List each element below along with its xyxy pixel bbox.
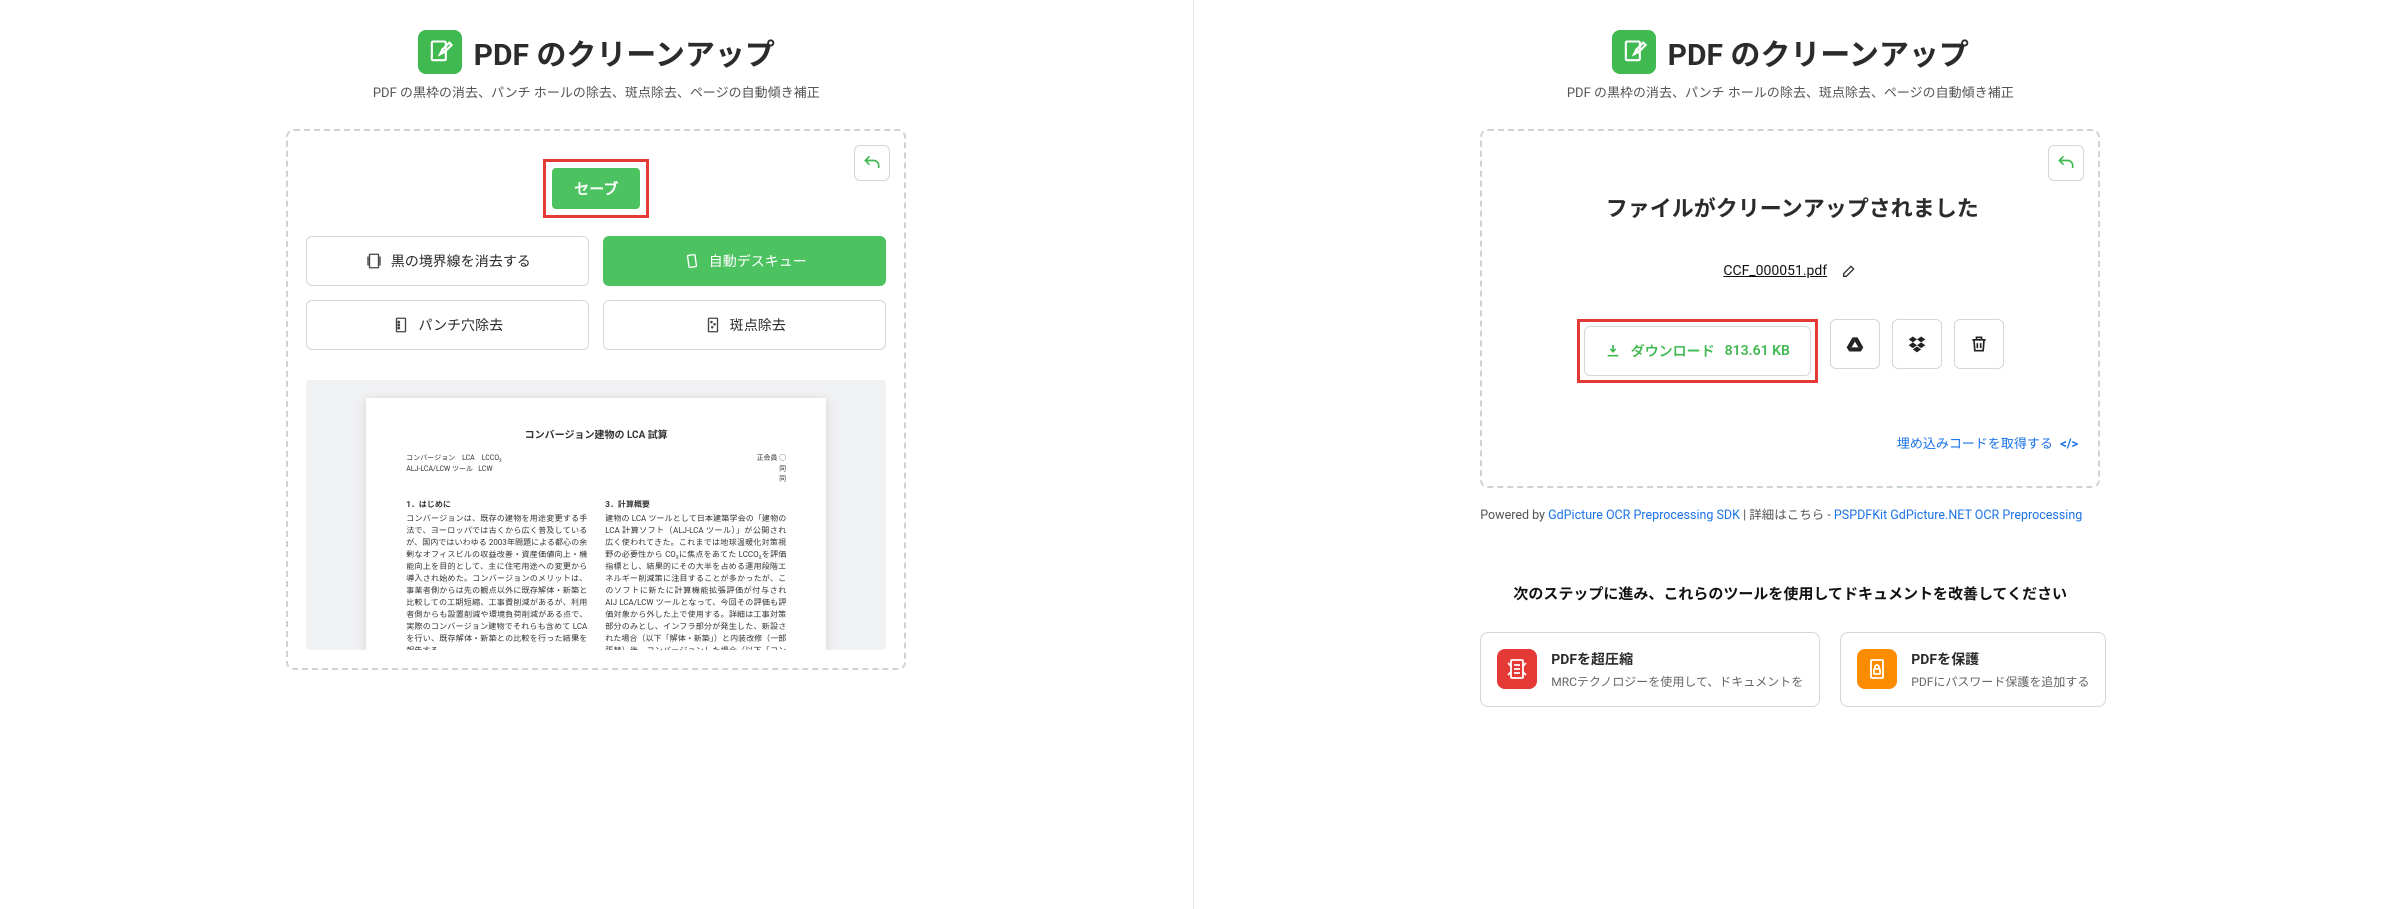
page-header-right: PDF のクリーンアップ PDF の黒枠の消去、パンチ ホールの除去、斑点除去、… xyxy=(1480,30,2100,101)
page-header: PDF のクリーンアップ PDF の黒枠の消去、パンチ ホールの除去、斑点除去、… xyxy=(286,30,906,101)
embed-code-link[interactable]: 埋め込みコードを取得する </> xyxy=(1897,437,2078,452)
code-icon: </> xyxy=(2060,437,2078,452)
option-despeckle-label: 斑点除去 xyxy=(730,315,786,335)
save-highlight: セーブ xyxy=(543,159,649,218)
undo-button[interactable] xyxy=(2048,145,2084,181)
option-despeckle[interactable]: 斑点除去 xyxy=(603,300,886,350)
undo-button[interactable] xyxy=(854,145,890,181)
tool-protect-desc: PDFにパスワード保護を追加する xyxy=(1911,673,2089,690)
page-subtitle: PDF の黒枠の消去、パンチ ホールの除去、斑点除去、ページの自動傾き補正 xyxy=(286,82,906,101)
google-drive-button[interactable] xyxy=(1830,319,1880,369)
powered-sdk-link[interactable]: GdPicture OCR Preprocessing SDK xyxy=(1548,508,1740,523)
download-icon xyxy=(1605,343,1621,359)
rename-button[interactable] xyxy=(1841,263,1857,279)
dropbox-button[interactable] xyxy=(1892,319,1942,369)
document-preview: コンバージョン建物の LCA 試算 コンバージョン LCA LCCO₂ ALJ-… xyxy=(306,380,886,650)
punch-hole-icon xyxy=(392,316,410,334)
result-title: ファイルがクリーンアップされました xyxy=(1502,191,2078,223)
trash-icon xyxy=(1969,334,1989,354)
right-pane[interactable]: PDF のクリーンアップ PDF の黒枠の消去、パンチ ホールの除去、斑点除去、… xyxy=(1194,0,2387,909)
option-punch-hole-label: パンチ穴除去 xyxy=(418,315,503,335)
protect-icon xyxy=(1857,649,1897,689)
cleanup-card: セーブ 黒の境界線を消去する 自動デスキュー パンチ穴除去 xyxy=(286,129,906,670)
page-title: PDF のクリーンアップ xyxy=(474,30,775,74)
download-label: ダウンロード xyxy=(1631,341,1715,361)
tool-protect-name: PDFを保護 xyxy=(1911,649,2089,669)
preview-doc-title: コンバージョン建物の LCA 試算 xyxy=(406,428,786,443)
page-subtitle: PDF の黒枠の消去、パンチ ホールの除去、斑点除去、ページの自動傾き補正 xyxy=(1480,82,2100,101)
deskew-icon xyxy=(683,252,701,270)
save-button[interactable]: セーブ xyxy=(552,168,640,209)
result-filename[interactable]: CCF_000051.pdf xyxy=(1723,263,1827,279)
compress-icon xyxy=(1497,649,1537,689)
option-black-border-label: 黒の境界線を消去する xyxy=(391,251,531,271)
download-button[interactable]: ダウンロード 813.61 KB xyxy=(1584,326,1811,376)
page-border-icon xyxy=(365,252,383,270)
undo-icon xyxy=(862,153,882,173)
powered-detail-link[interactable]: PSPDFKit GdPicture.NET OCR Preprocessing xyxy=(1834,508,2082,523)
page-title: PDF のクリーンアップ xyxy=(1668,30,1969,74)
delete-button[interactable] xyxy=(1954,319,2004,369)
tool-protect[interactable]: PDFを保護 PDFにパスワード保護を追加する xyxy=(1840,632,2106,707)
tool-compress-desc: MRCテクノロジーを使用して、ドキュメントを xyxy=(1551,673,1803,690)
tool-compress-name: PDFを超圧縮 xyxy=(1551,649,1803,669)
option-auto-deskew-label: 自動デスキュー xyxy=(709,251,807,271)
option-punch-hole[interactable]: パンチ穴除去 xyxy=(306,300,589,350)
next-steps-title: 次のステップに進み、これらのツールを使用してドキュメントを改善してください xyxy=(1480,583,2100,604)
tool-compress[interactable]: PDFを超圧縮 MRCテクノロジーを使用して、ドキュメントを xyxy=(1480,632,1820,707)
dropbox-icon xyxy=(1907,334,1927,354)
download-highlight: ダウンロード 813.61 KB xyxy=(1577,319,1818,383)
undo-icon xyxy=(2056,153,2076,173)
download-size: 813.61 KB xyxy=(1725,343,1790,359)
option-black-border[interactable]: 黒の境界線を消去する xyxy=(306,236,589,286)
result-card: ファイルがクリーンアップされました CCF_000051.pdf ダウンロード … xyxy=(1480,129,2100,488)
app-logo-icon xyxy=(1612,30,1656,74)
option-auto-deskew[interactable]: 自動デスキュー xyxy=(603,236,886,286)
left-pane[interactable]: PDF のクリーンアップ PDF の黒枠の消去、パンチ ホールの除去、斑点除去、… xyxy=(0,0,1194,909)
google-drive-icon xyxy=(1845,334,1865,354)
pencil-icon xyxy=(1841,263,1857,279)
preview-page: コンバージョン建物の LCA 試算 コンバージョン LCA LCCO₂ ALJ-… xyxy=(366,398,826,650)
powered-by: Powered by GdPicture OCR Preprocessing S… xyxy=(1480,504,2100,523)
app-logo-icon xyxy=(418,30,462,74)
despeckle-icon xyxy=(704,316,722,334)
